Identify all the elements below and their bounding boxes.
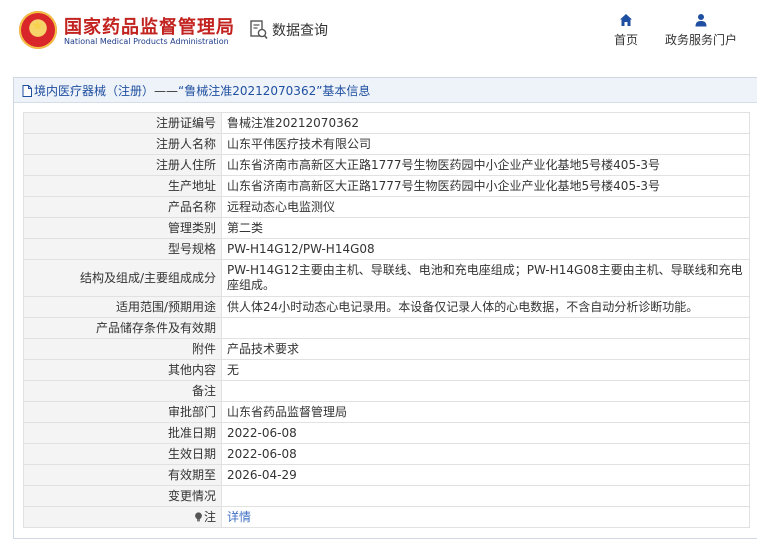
table-row: 管理类别 第二类 (23, 217, 750, 239)
field-value (221, 317, 750, 339)
breadcrumb-category[interactable]: 境内医疗器械（注册） (34, 82, 154, 99)
breadcrumb-separator: —— (154, 83, 179, 98)
field-label: 审批部门 (23, 401, 222, 423)
table-row: 附件 产品技术要求 (23, 338, 750, 360)
site-header: 国家药品监督管理局 National Medical Products Admi… (0, 0, 757, 66)
user-icon (695, 14, 707, 27)
panel-header: 境内医疗器械（注册） —— “鲁械注准20212070362”基本信息 (14, 78, 757, 103)
table-row: 产品储存条件及有效期 (23, 317, 750, 339)
field-label: 其他内容 (23, 359, 222, 381)
field-label: 型号规格 (23, 238, 222, 260)
table-row: 其他内容无 (23, 359, 750, 381)
table-row: 生效日期 2022-06-08 (23, 443, 750, 465)
table-row: 适用范围/预期用途 供人体24小时动态心电记录用。本设备仅记录人体的心电数据，不含… (23, 296, 750, 318)
table-row: 型号规格 PW-H14G12/PW-H14G08 (23, 238, 750, 260)
field-value: 2026-04-29 (221, 464, 750, 486)
field-value: 2022-06-08 (221, 422, 750, 444)
field-label: 产品储存条件及有效期 (23, 317, 222, 339)
field-value: 无 (221, 359, 750, 381)
table-row: 注册证编号 鲁械注准20212070362 (23, 112, 750, 134)
table-row: 批准日期 2022-06-08 (23, 422, 750, 444)
breadcrumb-title: “鲁械注准20212070362”基本信息 (178, 84, 371, 98)
site-subtitle: National Medical Products Administration (64, 37, 229, 46)
field-label: 注册人名称 (23, 133, 222, 155)
field-label: 生产地址 (23, 175, 222, 197)
site-title[interactable]: 国家药品监督管理局 (64, 13, 235, 39)
table-row-note: 注 详情 (23, 506, 750, 528)
data-search-icon (250, 20, 268, 40)
field-label: 生效日期 (23, 443, 222, 465)
field-label: 适用范围/预期用途 (23, 296, 222, 318)
table-row: 备注 (23, 380, 750, 402)
nav-service-portal[interactable]: 政务服务门户 (663, 13, 739, 48)
nav-home[interactable]: 首页 (610, 13, 642, 48)
data-query-link[interactable]: 数据查询 (250, 19, 328, 41)
field-label: 附件 (23, 338, 222, 360)
field-value: 产品技术要求 (221, 338, 750, 360)
nav-portal-label: 政务服务门户 (664, 33, 737, 47)
field-value: 山东省济南市高新区大正路1777号生物医药园中小企业产业化基地5号楼405-3号 (221, 175, 750, 197)
field-label: 结构及组成/主要组成成分 (23, 259, 222, 297)
field-label: 批准日期 (23, 422, 222, 444)
national-emblem-icon (19, 11, 57, 49)
field-label: 注册证编号 (23, 112, 222, 134)
field-label: 产品名称 (23, 196, 222, 218)
field-value: 2022-06-08 (221, 443, 750, 465)
table-row: 审批部门 山东省药品监督管理局 (23, 401, 750, 423)
field-label: 有效期至 (23, 464, 222, 486)
field-value: 山东省药品监督管理局 (221, 401, 750, 423)
field-value: 第二类 (221, 217, 750, 239)
field-value: 山东省济南市高新区大正路1777号生物医药园中小企业产业化基地5号楼405-3号 (221, 154, 750, 176)
nav-home-label: 首页 (613, 33, 638, 47)
field-value: PW-H14G12主要由主机、导联线、电池和充电座组成；PW-H14G08主要由… (221, 259, 750, 297)
note-value-cell: 详情 (221, 506, 750, 528)
table-row: 变更情况 (23, 485, 750, 507)
field-value (221, 380, 750, 402)
field-value: 鲁械注准20212070362 (221, 112, 750, 134)
table-row: 产品名称 远程动态心电监测仪 (23, 196, 750, 218)
document-icon (22, 84, 32, 97)
field-label: 注册人住所 (23, 154, 222, 176)
registration-info-table: 注册证编号 鲁械注准20212070362 注册人名称 山东平伟医疗技术有限公司 注… (23, 112, 750, 528)
table-row: 有效期至 2026-04-29 (23, 464, 750, 486)
field-label: 管理类别 (23, 217, 222, 239)
table-row: 注册人住所 山东省济南市高新区大正路1777号生物医药园中小企业产业化基地5号楼4… (23, 154, 750, 176)
field-value: PW-H14G12/PW-H14G08 (221, 238, 750, 260)
field-label: 变更情况 (23, 485, 222, 507)
note-label-cell: 注 (23, 506, 222, 528)
table-row: 注册人名称 山东平伟医疗技术有限公司 (23, 133, 750, 155)
table-row: 结构及组成/主要组成成分 PW-H14G12主要由主机、导联线、电池和充电座组成；… (23, 259, 750, 297)
field-value: 山东平伟医疗技术有限公司 (221, 133, 750, 155)
field-label: 备注 (23, 380, 222, 402)
table-row: 生产地址 山东省济南市高新区大正路1777号生物医药园中小企业产业化基地5号楼40… (23, 175, 750, 197)
field-value (221, 485, 750, 507)
data-query-label: 数据查询 (272, 23, 328, 39)
home-icon (620, 14, 632, 26)
details-link[interactable]: 详情 (227, 510, 251, 524)
field-value: 远程动态心电监测仪 (221, 196, 750, 218)
note-label: 注 (203, 510, 216, 524)
field-value: 供人体24小时动态心电记录用。本设备仅记录人体的心电数据，不含自动分析诊断功能。 (221, 296, 750, 318)
breadcrumb: 境内医疗器械（注册） —— “鲁械注准20212070362”基本信息 (22, 82, 370, 99)
lightbulb-icon (195, 512, 202, 522)
